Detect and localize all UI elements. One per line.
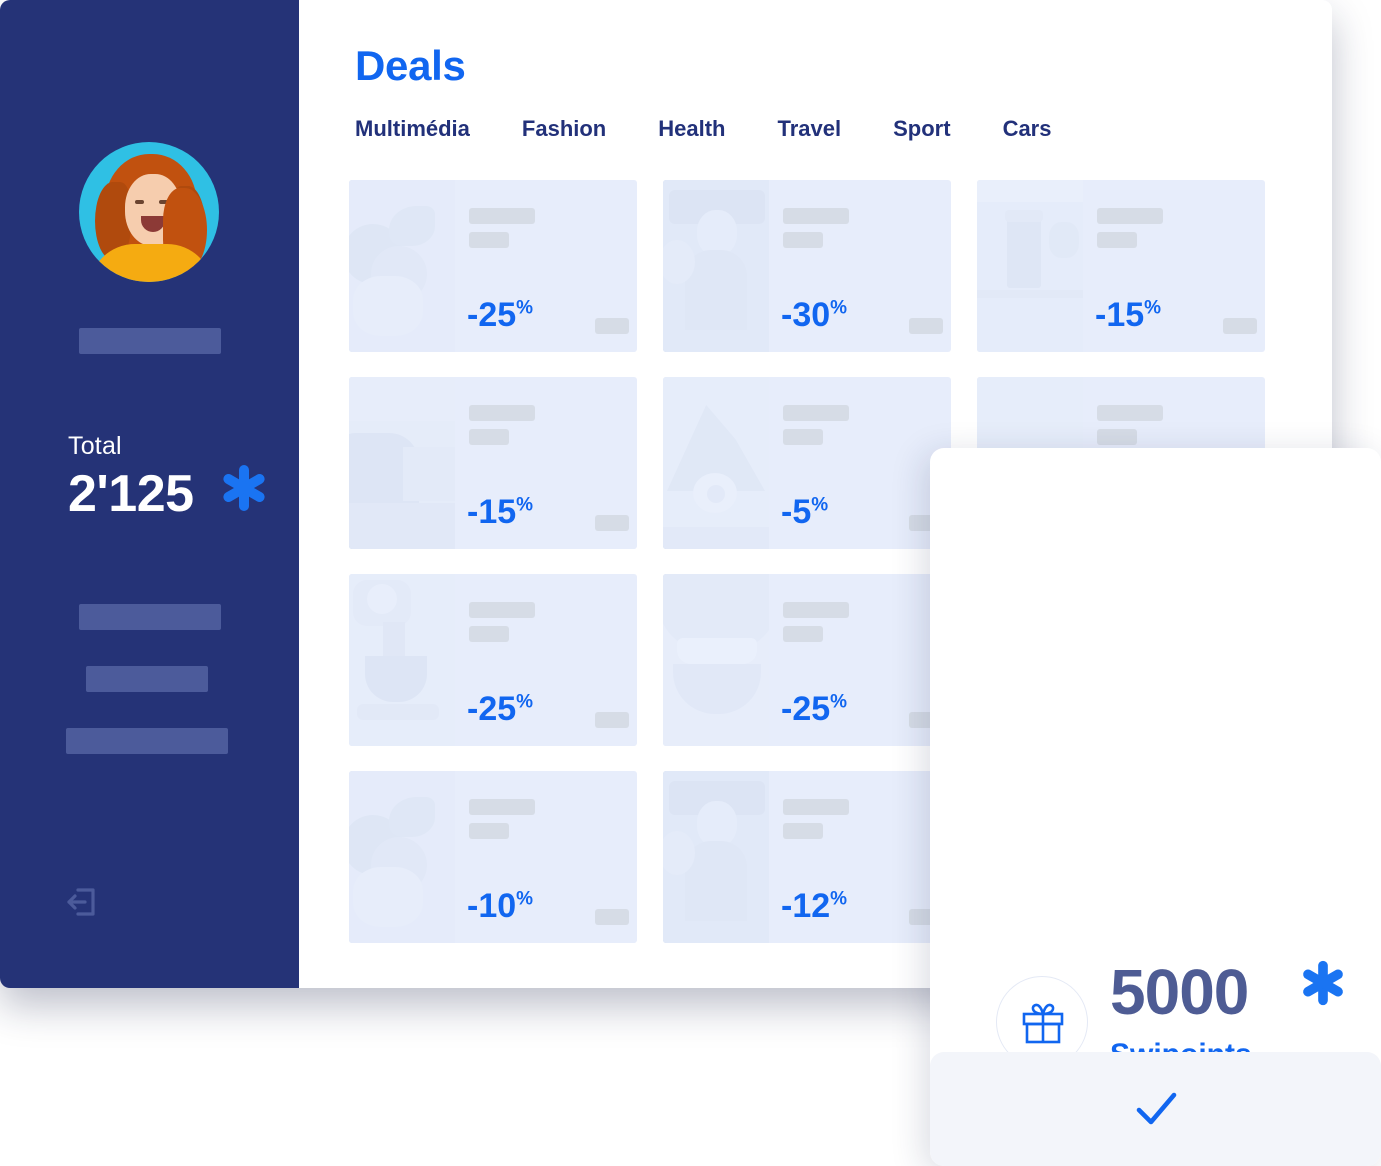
deal-thumbnail (349, 574, 455, 746)
deal-placeholder-title (783, 405, 849, 421)
total-label: Total (68, 432, 122, 460)
points-value: 5000 (1110, 956, 1249, 1028)
deal-discount: -25% (467, 692, 533, 726)
deal-discount-unit: % (830, 691, 848, 713)
deal-discount-value: -15 (467, 493, 517, 531)
avatar[interactable] (79, 142, 219, 282)
deal-discount-unit: % (830, 888, 848, 910)
deal-placeholder-title (469, 208, 535, 224)
total-value: 2'125 (68, 465, 194, 523)
deal-placeholder-title (1097, 208, 1163, 224)
deal-discount-value: -10 (467, 887, 517, 925)
deal-card[interactable]: -10% (349, 771, 637, 943)
deal-placeholder-sub (469, 232, 509, 248)
deal-placeholder-sub (783, 232, 823, 248)
deal-placeholder-title (469, 602, 535, 618)
deal-discount-value: -25 (467, 296, 517, 334)
gift-icon (1022, 1003, 1064, 1044)
deal-discount: -30% (781, 298, 847, 332)
deal-placeholder-title (783, 602, 849, 618)
sidebar: Total 2'125 (0, 0, 299, 988)
deal-card[interactable]: -30% (663, 180, 951, 352)
deal-placeholder-sub (783, 626, 823, 642)
deal-placeholder-sub (783, 429, 823, 445)
deal-thumbnail (663, 180, 769, 352)
popup-footer (930, 1052, 1381, 1166)
deal-placeholder-title (783, 799, 849, 815)
deal-thumbnail (663, 771, 769, 943)
avatar-eye-left (135, 200, 144, 204)
deal-placeholder-action (595, 909, 629, 925)
deal-placeholder-action (595, 515, 629, 531)
sidebar-placeholder-item-2[interactable] (86, 666, 208, 692)
deal-discount-unit: % (516, 297, 534, 319)
deal-card[interactable]: -25% (663, 574, 951, 746)
asterisk-icon (1303, 960, 1343, 1006)
deal-placeholder-action (909, 318, 943, 334)
deal-placeholder-action (1223, 318, 1257, 334)
sidebar-placeholder-item-3[interactable] (66, 728, 228, 754)
deal-discount: -12% (781, 889, 847, 923)
deal-thumbnail (977, 180, 1083, 352)
deal-discount: -15% (467, 495, 533, 529)
deal-placeholder-title (1097, 405, 1163, 421)
tab-sport[interactable]: Sport (893, 116, 950, 142)
deal-card[interactable]: -12% (663, 771, 951, 943)
logout-icon[interactable] (64, 884, 100, 920)
tab-cars[interactable]: Cars (1003, 116, 1052, 142)
deal-discount-value: -25 (467, 690, 517, 728)
deal-placeholder-sub (469, 626, 509, 642)
deal-discount: -25% (467, 298, 533, 332)
deal-discount: -5% (781, 495, 828, 529)
deal-card[interactable]: -25% (349, 574, 637, 746)
asterisk-icon (223, 465, 265, 511)
deal-discount-unit: % (1144, 297, 1162, 319)
deal-placeholder-action (595, 318, 629, 334)
check-icon[interactable] (1130, 1083, 1182, 1135)
deal-discount-value: -5 (781, 493, 812, 531)
deal-placeholder-title (469, 405, 535, 421)
deal-thumbnail (349, 771, 455, 943)
sidebar-placeholder-item-1[interactable] (79, 604, 221, 630)
deal-placeholder-sub (1097, 429, 1137, 445)
deal-discount-value: -12 (781, 887, 831, 925)
deal-card[interactable]: -15% (349, 377, 637, 549)
deal-discount: -10% (467, 889, 533, 923)
deal-placeholder-action (595, 712, 629, 728)
tab-travel[interactable]: Travel (778, 116, 842, 142)
deal-placeholder-sub (783, 823, 823, 839)
deal-thumbnail (349, 377, 455, 549)
swipoints-popup: 5000 Swipoints (930, 448, 1381, 1166)
sidebar-placeholder-name (79, 328, 221, 354)
deal-discount-value: -30 (781, 296, 831, 334)
deal-placeholder-title (783, 208, 849, 224)
deal-discount: -15% (1095, 298, 1161, 332)
tab-health[interactable]: Health (658, 116, 725, 142)
deal-card[interactable]: -5% (663, 377, 951, 549)
deal-discount-unit: % (516, 888, 534, 910)
page-title: Deals (355, 42, 466, 89)
deal-placeholder-sub (1097, 232, 1137, 248)
deal-discount-unit: % (830, 297, 848, 319)
deal-discount-unit: % (516, 494, 534, 516)
deal-thumbnail (663, 377, 769, 549)
deal-discount: -25% (781, 692, 847, 726)
deal-discount-value: -25 (781, 690, 831, 728)
deal-card[interactable]: -15% (977, 180, 1265, 352)
deal-placeholder-title (469, 799, 535, 815)
deal-thumbnail (663, 574, 769, 746)
deal-placeholder-sub (469, 823, 509, 839)
deal-discount-unit: % (811, 494, 829, 516)
category-tabs: Multimédia Fashion Health Travel Sport C… (355, 116, 1051, 142)
tab-multimedia[interactable]: Multimédia (355, 116, 470, 142)
deal-card[interactable]: -25% (349, 180, 637, 352)
deal-thumbnail (349, 180, 455, 352)
tab-fashion[interactable]: Fashion (522, 116, 606, 142)
deal-discount-value: -15 (1095, 296, 1145, 334)
deal-placeholder-sub (469, 429, 509, 445)
deal-discount-unit: % (516, 691, 534, 713)
